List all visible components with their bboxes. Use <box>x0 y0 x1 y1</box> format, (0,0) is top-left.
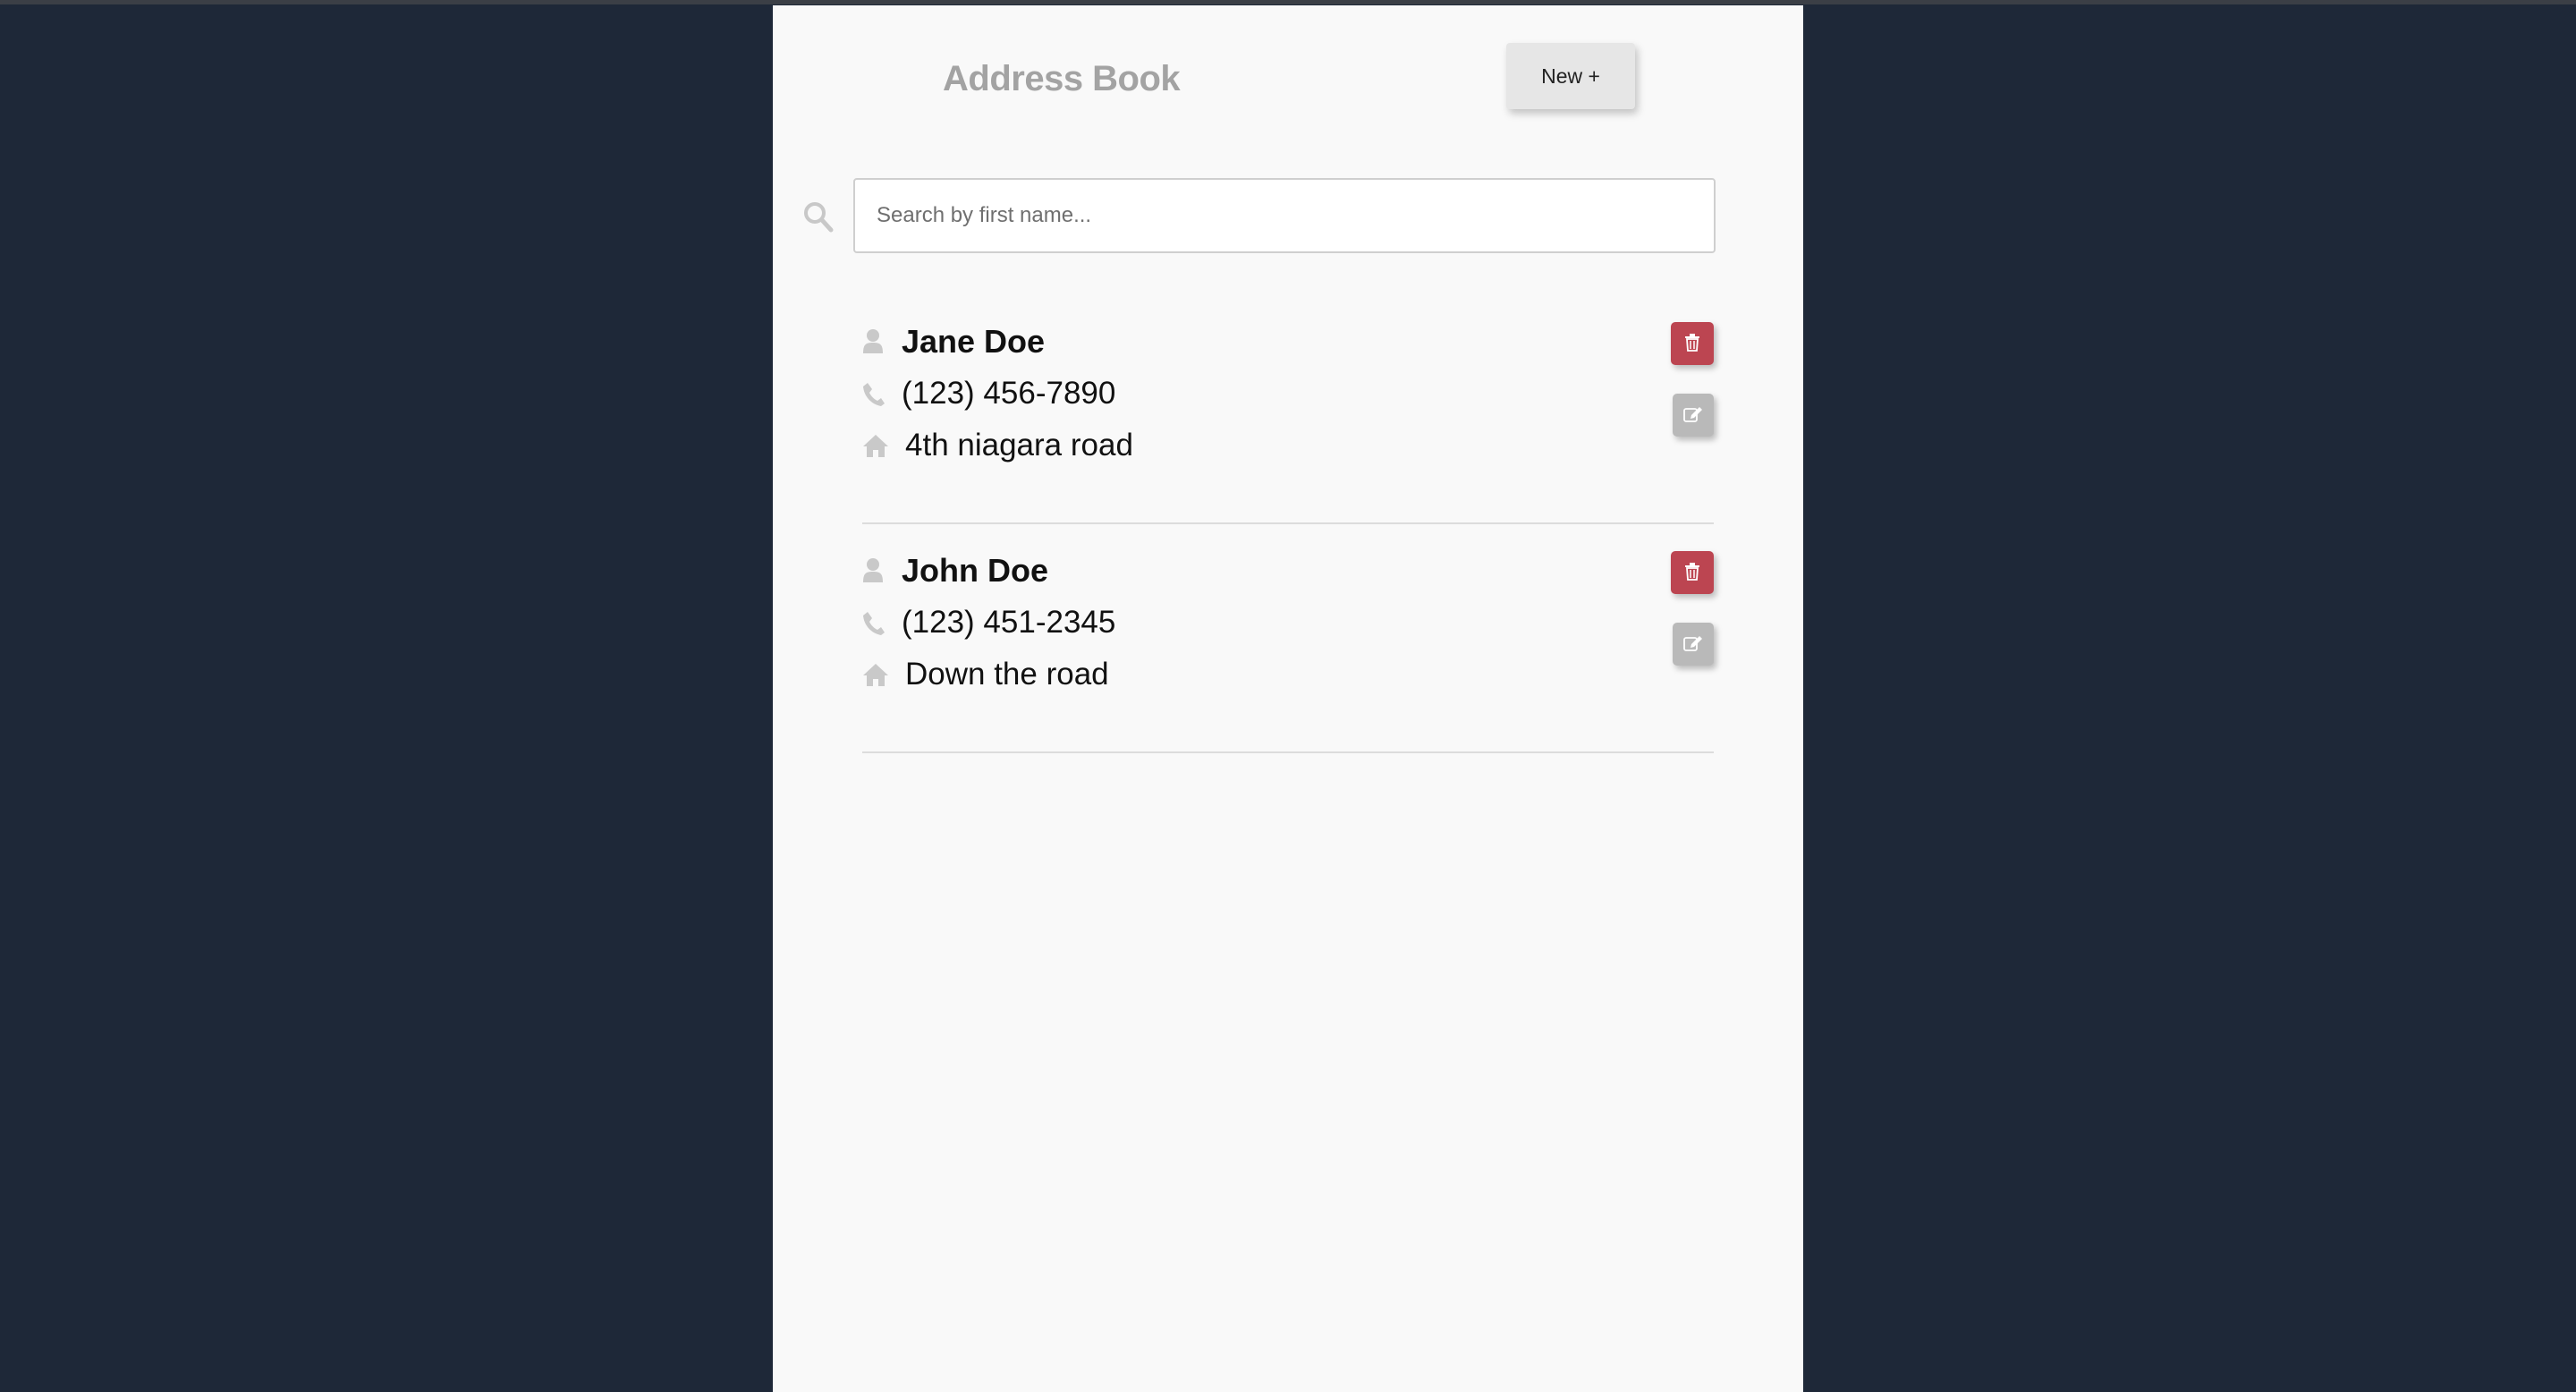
window-top-edge <box>0 0 2576 4</box>
contact-name: John Doe <box>902 552 1049 589</box>
trash-icon <box>1684 562 1700 583</box>
contact-card: John Doe (123) 451-2345 Down the road <box>862 547 1714 777</box>
contact-phone-row: (123) 451-2345 <box>862 600 1115 645</box>
contact-address: Down the road <box>905 657 1109 692</box>
contact-list: Jane Doe (123) 456-7890 4th niagara road <box>862 318 1714 777</box>
contact-divider <box>862 751 1714 753</box>
edit-icon <box>1683 405 1703 426</box>
phone-icon <box>862 380 902 407</box>
search-icon <box>803 201 834 233</box>
delete-contact-button[interactable] <box>1671 322 1714 365</box>
edit-contact-button[interactable] <box>1673 623 1714 666</box>
contact-address-row: 4th niagara road <box>862 423 1133 468</box>
new-contact-button[interactable]: New + <box>1506 43 1635 109</box>
contact-name: Jane Doe <box>902 323 1046 360</box>
edit-icon <box>1683 634 1703 655</box>
edit-contact-button[interactable] <box>1673 394 1714 437</box>
contact-name-row: John Doe <box>862 548 1048 593</box>
page-title: Address Book <box>943 59 1181 98</box>
contact-phone: (123) 456-7890 <box>902 376 1116 411</box>
contact-divider <box>862 522 1714 524</box>
contact-address: 4th niagara road <box>905 428 1133 463</box>
address-book-panel: Address Book New + Jane Doe <box>773 5 1803 1392</box>
contact-phone-row: (123) 456-7890 <box>862 371 1115 416</box>
user-icon <box>862 328 902 355</box>
trash-icon <box>1684 333 1700 354</box>
contact-address-row: Down the road <box>862 652 1109 697</box>
search-input[interactable] <box>853 178 1716 253</box>
contact-card: Jane Doe (123) 456-7890 4th niagara road <box>862 318 1714 547</box>
home-icon <box>862 661 902 688</box>
delete-contact-button[interactable] <box>1671 551 1714 594</box>
home-icon <box>862 432 902 459</box>
contact-phone: (123) 451-2345 <box>902 605 1116 640</box>
phone-icon <box>862 609 902 636</box>
user-icon <box>862 557 902 584</box>
contact-name-row: Jane Doe <box>862 319 1045 364</box>
